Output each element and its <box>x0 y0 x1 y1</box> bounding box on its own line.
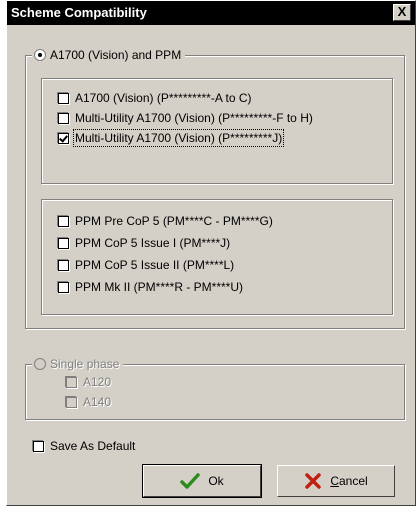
checkbox-row-vision-0[interactable]: A1700 (Vision) (P*********-A to C) <box>58 91 252 105</box>
checkbox-label: A140 <box>83 395 112 409</box>
checkbox-ppm-1[interactable] <box>58 237 69 249</box>
cancel-button-label: Cancel <box>330 474 367 488</box>
group-single-phase: Single phase A120 A140 <box>25 357 405 420</box>
checkbox-a120[interactable] <box>66 376 77 388</box>
checkbox-ppm-2[interactable] <box>58 259 69 271</box>
checkbox-a140[interactable] <box>66 396 77 408</box>
radio-a1700-ppm[interactable] <box>34 49 46 61</box>
scheme-compatibility-dialog: Scheme Compatibility X A1700 (Vision) an… <box>6 0 416 506</box>
cancel-button[interactable]: Cancel <box>277 465 395 497</box>
checkbox-vision-1[interactable] <box>58 112 69 124</box>
vision-options-panel: A1700 (Vision) (P*********-A to C) Multi… <box>41 78 393 184</box>
close-icon: X <box>397 4 407 19</box>
checkbox-label: A1700 (Vision) (P*********-A to C) <box>75 91 252 105</box>
checkbox-row-a140[interactable]: A140 <box>66 395 111 409</box>
ok-button[interactable]: Ok <box>142 464 262 498</box>
checkbox-label: PPM Pre CoP 5 (PM****C - PM****G) <box>75 214 273 228</box>
cancel-accelerator: C <box>330 474 339 488</box>
checkbox-row-vision-2[interactable]: Multi-Utility A1700 (Vision) (P*********… <box>58 129 285 147</box>
checkmark-icon <box>180 473 201 489</box>
checkbox-row-ppm-0[interactable]: PPM Pre CoP 5 (PM****C - PM****G) <box>58 214 273 228</box>
checkbox-label: Multi-Utility A1700 (Vision) (P*********… <box>72 129 285 147</box>
checkbox-row-ppm-3[interactable]: PPM Mk II (PM****R - PM****U) <box>58 280 243 294</box>
radio-single-phase[interactable] <box>34 358 46 370</box>
checkbox-row-ppm-2[interactable]: PPM CoP 5 Issue II (PM****L) <box>58 258 234 272</box>
x-mark-icon <box>305 473 322 489</box>
checkbox-label: Multi-Utility A1700 (Vision) (P*********… <box>75 111 313 125</box>
checkbox-vision-0[interactable] <box>58 92 69 104</box>
group-a1700-ppm-legend[interactable]: A1700 (Vision) and PPM <box>32 48 186 62</box>
title-bar: Scheme Compatibility X <box>7 1 415 25</box>
window-title: Scheme Compatibility <box>11 5 147 20</box>
save-default-label: Save As Default <box>50 439 136 453</box>
close-button[interactable]: X <box>393 4 411 21</box>
group-single-phase-legend[interactable]: Single phase <box>32 357 124 371</box>
group-a1700-ppm: A1700 (Vision) and PPM A1700 (Vision) (P… <box>25 48 405 329</box>
save-default-row[interactable]: Save As Default <box>33 439 135 453</box>
checkbox-label: PPM CoP 5 Issue I (PM****J) <box>75 236 231 250</box>
checkbox-label: A120 <box>83 375 112 389</box>
checkbox-row-ppm-1[interactable]: PPM CoP 5 Issue I (PM****J) <box>58 236 230 250</box>
checkbox-row-vision-1[interactable]: Multi-Utility A1700 (Vision) (P*********… <box>58 111 313 125</box>
checkbox-ppm-0[interactable] <box>58 215 69 227</box>
radio-single-phase-label: Single phase <box>50 357 120 371</box>
checkbox-row-a120[interactable]: A120 <box>66 375 111 389</box>
checkbox-label: PPM Mk II (PM****R - PM****U) <box>75 280 244 294</box>
radio-a1700-ppm-label: A1700 (Vision) and PPM <box>50 48 182 62</box>
ppm-options-panel: PPM Pre CoP 5 (PM****C - PM****G) PPM Co… <box>41 199 393 315</box>
checkbox-ppm-3[interactable] <box>58 281 69 293</box>
save-default-checkbox[interactable] <box>33 440 44 452</box>
checkbox-label: PPM CoP 5 Issue II (PM****L) <box>75 258 235 272</box>
checkbox-vision-2[interactable] <box>58 132 69 144</box>
cancel-label-rest: ancel <box>338 474 368 488</box>
ok-button-label: Ok <box>208 474 224 488</box>
